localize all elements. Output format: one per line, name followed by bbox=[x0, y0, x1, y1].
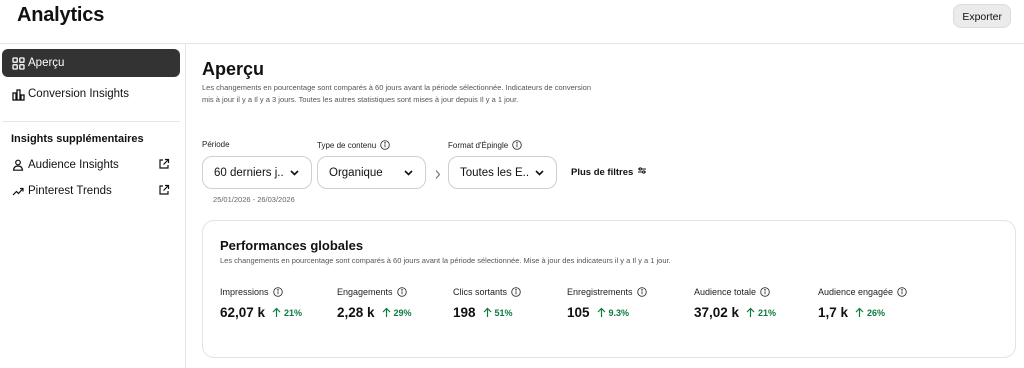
performance-title: Performances globales bbox=[220, 238, 364, 253]
sidebar-item-label: Aperçu bbox=[28, 57, 65, 69]
external-link-icon bbox=[158, 158, 170, 170]
metric-label: Enregistrements bbox=[567, 287, 633, 297]
person-icon bbox=[11, 158, 25, 172]
metric-value: 2,28 k bbox=[337, 305, 375, 320]
chevron-down-icon bbox=[289, 167, 300, 178]
arrow-up-icon bbox=[382, 307, 391, 318]
sidebar: Aperçu Conversion Insights Insights supp… bbox=[0, 44, 186, 368]
metric-engaged-audience: Audience engagée 1,7 k 26% bbox=[818, 285, 907, 320]
sidebar-divider bbox=[2, 121, 180, 122]
sidebar-item-conversion-insights[interactable]: Conversion Insights bbox=[2, 80, 180, 108]
metric-label: Engagements bbox=[337, 287, 393, 297]
metric-saves: Enregistrements 105 9.3% bbox=[567, 285, 647, 320]
arrow-up-icon bbox=[855, 307, 864, 318]
pin-format-value: Toutes les É... bbox=[460, 166, 528, 179]
info-icon[interactable] bbox=[380, 140, 390, 150]
chevron-right-icon bbox=[433, 167, 442, 179]
date-range: 25/01/2026 - 26/03/2026 bbox=[213, 195, 295, 204]
metric-delta: 26% bbox=[855, 307, 885, 318]
performance-description: Les changements en pourcentage sont comp… bbox=[220, 256, 671, 265]
metric-impressions: Impressions 62,07 k 21% bbox=[220, 285, 302, 320]
info-icon[interactable] bbox=[636, 287, 647, 297]
arrow-up-icon bbox=[746, 307, 755, 318]
chevron-down-icon bbox=[534, 167, 545, 178]
chevron-down-icon bbox=[403, 167, 414, 178]
metric-label: Audience engagée bbox=[818, 287, 894, 297]
info-icon[interactable] bbox=[512, 140, 522, 150]
arrow-up-icon bbox=[483, 307, 492, 318]
grid-icon bbox=[11, 56, 25, 70]
metric-value: 105 bbox=[567, 305, 590, 320]
info-icon[interactable] bbox=[897, 287, 907, 297]
metric-label: Impressions bbox=[220, 287, 269, 297]
info-icon[interactable] bbox=[396, 287, 407, 297]
content-type-dropdown[interactable]: Organique bbox=[317, 156, 426, 189]
metric-delta: 21% bbox=[272, 307, 302, 318]
bar-chart-icon bbox=[11, 87, 25, 101]
sidebar-section-heading: Insights supplémentaires bbox=[11, 133, 144, 145]
metric-engagements: Engagements 2,28 k 29% bbox=[337, 285, 412, 320]
content-type-value: Organique bbox=[329, 166, 383, 179]
info-icon[interactable] bbox=[511, 287, 521, 297]
sidebar-item-label: Conversion Insights bbox=[28, 88, 129, 100]
metric-delta: 51% bbox=[483, 307, 513, 318]
period-dropdown[interactable]: 60 derniers j... bbox=[202, 156, 312, 189]
info-icon[interactable] bbox=[760, 287, 770, 297]
metric-delta: 9.3% bbox=[597, 307, 629, 318]
pin-format-label: Format d'Épingle bbox=[448, 140, 522, 150]
metric-delta: 21% bbox=[746, 307, 776, 318]
metric-value: 62,07 k bbox=[220, 305, 266, 320]
top-bar: Analytics Exporter bbox=[0, 0, 1024, 44]
sliders-icon bbox=[637, 166, 647, 178]
period-label: Période bbox=[202, 140, 230, 149]
external-link-icon bbox=[158, 184, 170, 196]
metric-value: 1,7 k bbox=[818, 305, 849, 320]
metric-outbound-clicks: Clics sortants 198 51% bbox=[453, 285, 521, 320]
page-description: Les changements en pourcentage sont comp… bbox=[202, 83, 591, 104]
sidebar-item-audience-insights[interactable]: Audience Insights bbox=[2, 151, 180, 179]
app-title: Analytics bbox=[17, 4, 105, 26]
period-value: 60 derniers j... bbox=[214, 166, 283, 179]
metric-delta: 29% bbox=[382, 307, 412, 318]
metric-total-audience: Audience totale 37,02 k 21% bbox=[694, 285, 776, 320]
performance-card: Performances globales Les changements en… bbox=[202, 220, 1016, 358]
metric-value: 198 bbox=[453, 305, 476, 320]
page-title: Aperçu bbox=[202, 59, 265, 79]
export-button[interactable]: Exporter bbox=[953, 4, 1011, 28]
more-filters-button[interactable]: Plus de filtres bbox=[571, 166, 647, 178]
sidebar-item-pinterest-trends[interactable]: Pinterest Trends bbox=[2, 177, 180, 205]
metric-value: 37,02 k bbox=[694, 305, 740, 320]
arrow-up-icon bbox=[272, 307, 281, 318]
sidebar-item-apercu[interactable]: Aperçu bbox=[2, 49, 180, 77]
pin-format-dropdown[interactable]: Toutes les É... bbox=[448, 156, 557, 189]
sidebar-item-label: Audience Insights bbox=[28, 159, 119, 171]
content-type-label: Type de contenu bbox=[317, 140, 390, 150]
trend-icon bbox=[11, 184, 25, 198]
main-content: Aperçu Les changements en pourcentage so… bbox=[186, 44, 1024, 368]
metric-label: Clics sortants bbox=[453, 287, 508, 297]
metric-label: Audience totale bbox=[694, 287, 757, 297]
sidebar-item-label: Pinterest Trends bbox=[28, 185, 112, 197]
info-icon[interactable] bbox=[272, 287, 283, 297]
arrow-up-icon bbox=[597, 307, 606, 318]
